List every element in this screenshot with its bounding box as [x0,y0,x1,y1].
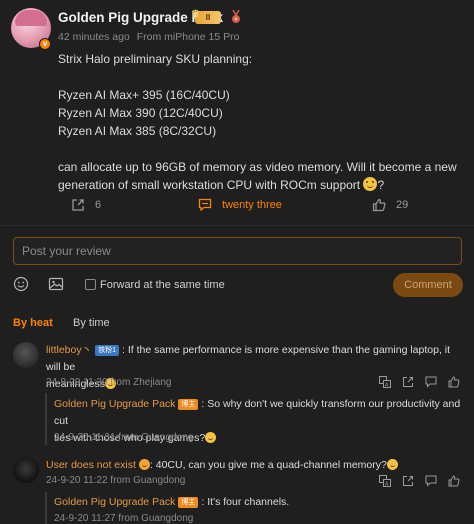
author-avatar[interactable]: v [11,8,51,50]
crown-emoji-icon [138,459,150,470]
reply-thread-line [45,492,47,524]
post-line: Ryzen AI Max 385 (8C/32CU) [58,124,217,138]
reply-meta: 24-9-20 11:27 from Guangdong [54,513,194,524]
comment-ops: A [379,376,460,388]
share-icon[interactable] [402,475,414,487]
comment-author[interactable]: littleboy丶 [46,344,92,356]
repost-button[interactable]: 6 [71,198,101,212]
post-meta: 42 minutes ago From miPhone 15 Pro [58,31,239,43]
verified-badge-icon: v [39,38,51,50]
comment-meta: 24-9-20 11:30 from Zhejiang [46,377,172,388]
comment-avatar[interactable] [13,457,39,483]
reply-author[interactable]: Golden Pig Upgrade Pack [54,496,175,508]
post-line-text: generation of small workstation CPU with… [58,178,361,192]
translate-icon[interactable]: A [379,376,391,388]
reply-text: : It's four channels. [201,496,290,508]
submit-comment-button[interactable]: Comment [393,273,463,297]
reply-body: Golden Pig Upgrade Pack 博主: It's four cha… [54,494,464,511]
post-line: Strix Halo preliminary SKU planning: [58,52,253,66]
fan-tag: 铁粉1 [95,345,120,356]
tab-by-heat[interactable]: By heat [13,317,53,329]
reply-author[interactable]: Golden Pig Upgrade Pack [54,398,175,410]
thumbs-up-icon [372,198,386,212]
laugh-emoji-icon [386,459,398,470]
review-input[interactable] [13,237,462,265]
translate-icon[interactable]: A [379,475,391,487]
vip-badge-icon[interactable]: II [191,8,221,24]
forward-checkbox[interactable] [85,279,96,290]
comment-count-button[interactable]: twenty three [198,198,282,211]
repost-icon [72,199,84,211]
medal-icon[interactable] [230,10,242,24]
post-text: Strix Halo preliminary SKU planning: Ryz… [58,50,458,194]
comment-author[interactable]: User does not exist [46,459,136,471]
like-count: 29 [396,199,409,211]
emoji-icon[interactable] [13,276,29,292]
comment-meta: 24-9-20 11:22 from Guangdong [46,475,186,486]
tab-by-time[interactable]: By time [73,317,110,329]
post-source[interactable]: From miPhone 15 Pro [137,31,240,43]
repost-count: 6 [95,199,102,211]
comment-body: User does not exist : 40CU, can you give … [46,457,466,474]
reply-thread-line [45,393,47,445]
avatar-hair [15,10,47,26]
blogger-tag: 博主 [178,497,199,508]
comment-ops: A [379,475,460,487]
post-line: can allocate up to 96GB of memory as vid… [58,160,457,174]
blogger-tag: 博主 [178,399,199,410]
thumbs-up-icon[interactable] [448,475,460,487]
forward-label[interactable]: Forward at the same time [100,279,225,291]
divider [0,225,474,226]
comment-avatar[interactable] [13,342,39,368]
share-icon[interactable] [402,376,414,388]
thumbs-up-icon[interactable] [448,376,460,388]
reply-icon[interactable] [425,376,437,388]
comment-icon [198,198,212,211]
like-button[interactable]: 29 [372,198,408,212]
reply-meta: 24-9-20 11:31 from Guangdong [54,432,194,443]
post-line-last: generation of small workstation CPU with… [58,177,385,192]
reply-icon[interactable] [425,475,437,487]
comment-count: twenty three [222,198,282,211]
post-line: Ryzen AI Max 390 (12C/40CU) [58,106,223,120]
weibo-post-page: v Golden Pig Upgrade Pack II 42 minutes … [0,0,474,524]
post-line: Ryzen AI Max+ 395 (16C/40CU) [58,88,230,102]
comment-text: : 40CU, can you give me a quad-channel m… [149,459,387,471]
smile-emoji-icon [363,177,378,191]
laugh-emoji-icon [205,432,217,443]
post-time: 42 minutes ago [58,31,130,43]
image-icon[interactable] [48,276,64,292]
